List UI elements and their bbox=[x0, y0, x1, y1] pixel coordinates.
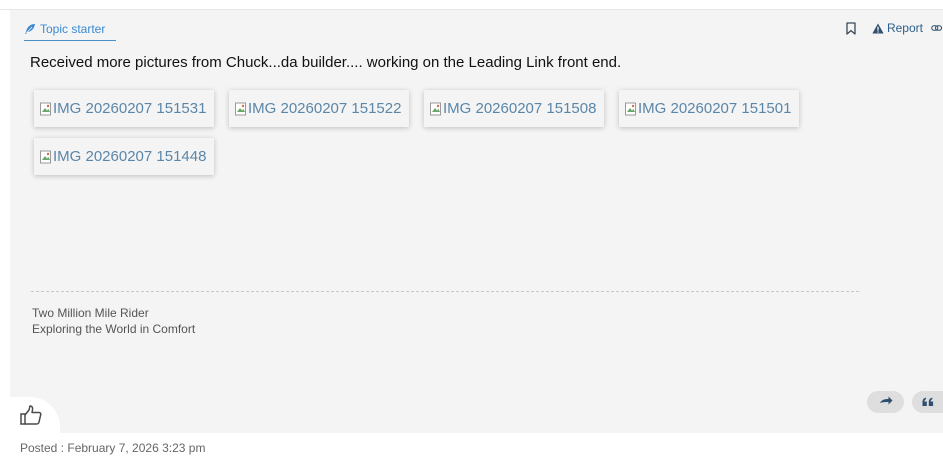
image-thumbnail[interactable]: IMG 20260207 151531 bbox=[34, 90, 214, 127]
quote-icon bbox=[922, 397, 933, 406]
bookmark-icon[interactable] bbox=[846, 21, 856, 35]
image-thumbnail[interactable]: IMG 20260207 151522 bbox=[229, 90, 409, 127]
broken-image-icon bbox=[40, 102, 51, 115]
link-icon[interactable] bbox=[931, 20, 943, 36]
top-separator bbox=[0, 0, 943, 10]
warning-triangle-icon bbox=[872, 23, 884, 33]
image-gallery: IMG 20260207 151531 IMG 20260207 151522 … bbox=[34, 90, 834, 175]
topic-starter-badge: Topic starter bbox=[24, 18, 116, 41]
image-thumbnail[interactable]: IMG 20260207 151448 bbox=[34, 138, 214, 175]
image-thumbnail[interactable]: IMG 20260207 151501 bbox=[619, 90, 799, 127]
feather-icon bbox=[25, 24, 35, 34]
quote-button[interactable] bbox=[912, 391, 943, 413]
post-actions: Report bbox=[846, 19, 943, 37]
image-alt-text: IMG 20260207 151531 bbox=[53, 100, 207, 117]
report-button[interactable]: Report bbox=[872, 21, 923, 35]
image-alt-text: IMG 20260207 151508 bbox=[443, 100, 597, 117]
signature-line-1: Two Million Mile Rider bbox=[32, 306, 149, 320]
image-alt-text: IMG 20260207 151501 bbox=[638, 100, 792, 117]
signature-line-2: Exploring the World in Comfort bbox=[32, 322, 196, 336]
signature-divider bbox=[31, 291, 859, 292]
topic-starter-label: Topic starter bbox=[40, 22, 106, 36]
reply-button[interactable] bbox=[867, 391, 904, 413]
image-alt-text: IMG 20260207 151448 bbox=[53, 148, 207, 165]
broken-image-icon bbox=[235, 102, 246, 115]
reply-arrow-icon bbox=[879, 396, 892, 405]
forum-post: Topic starter Report Received more pictu… bbox=[10, 10, 943, 433]
signature: Two Million Mile Rider Exploring the Wor… bbox=[32, 305, 195, 337]
thumbs-up-icon bbox=[20, 405, 42, 425]
image-alt-text: IMG 20260207 151522 bbox=[248, 100, 402, 117]
broken-image-icon bbox=[40, 150, 51, 163]
report-label: Report bbox=[886, 21, 923, 35]
posted-timestamp: Posted : February 7, 2026 3:23 pm bbox=[20, 441, 206, 455]
image-thumbnail[interactable]: IMG 20260207 151508 bbox=[424, 90, 604, 127]
broken-image-icon bbox=[625, 102, 636, 115]
post-text: Received more pictures from Chuck...da b… bbox=[30, 54, 622, 71]
broken-image-icon bbox=[430, 102, 441, 115]
